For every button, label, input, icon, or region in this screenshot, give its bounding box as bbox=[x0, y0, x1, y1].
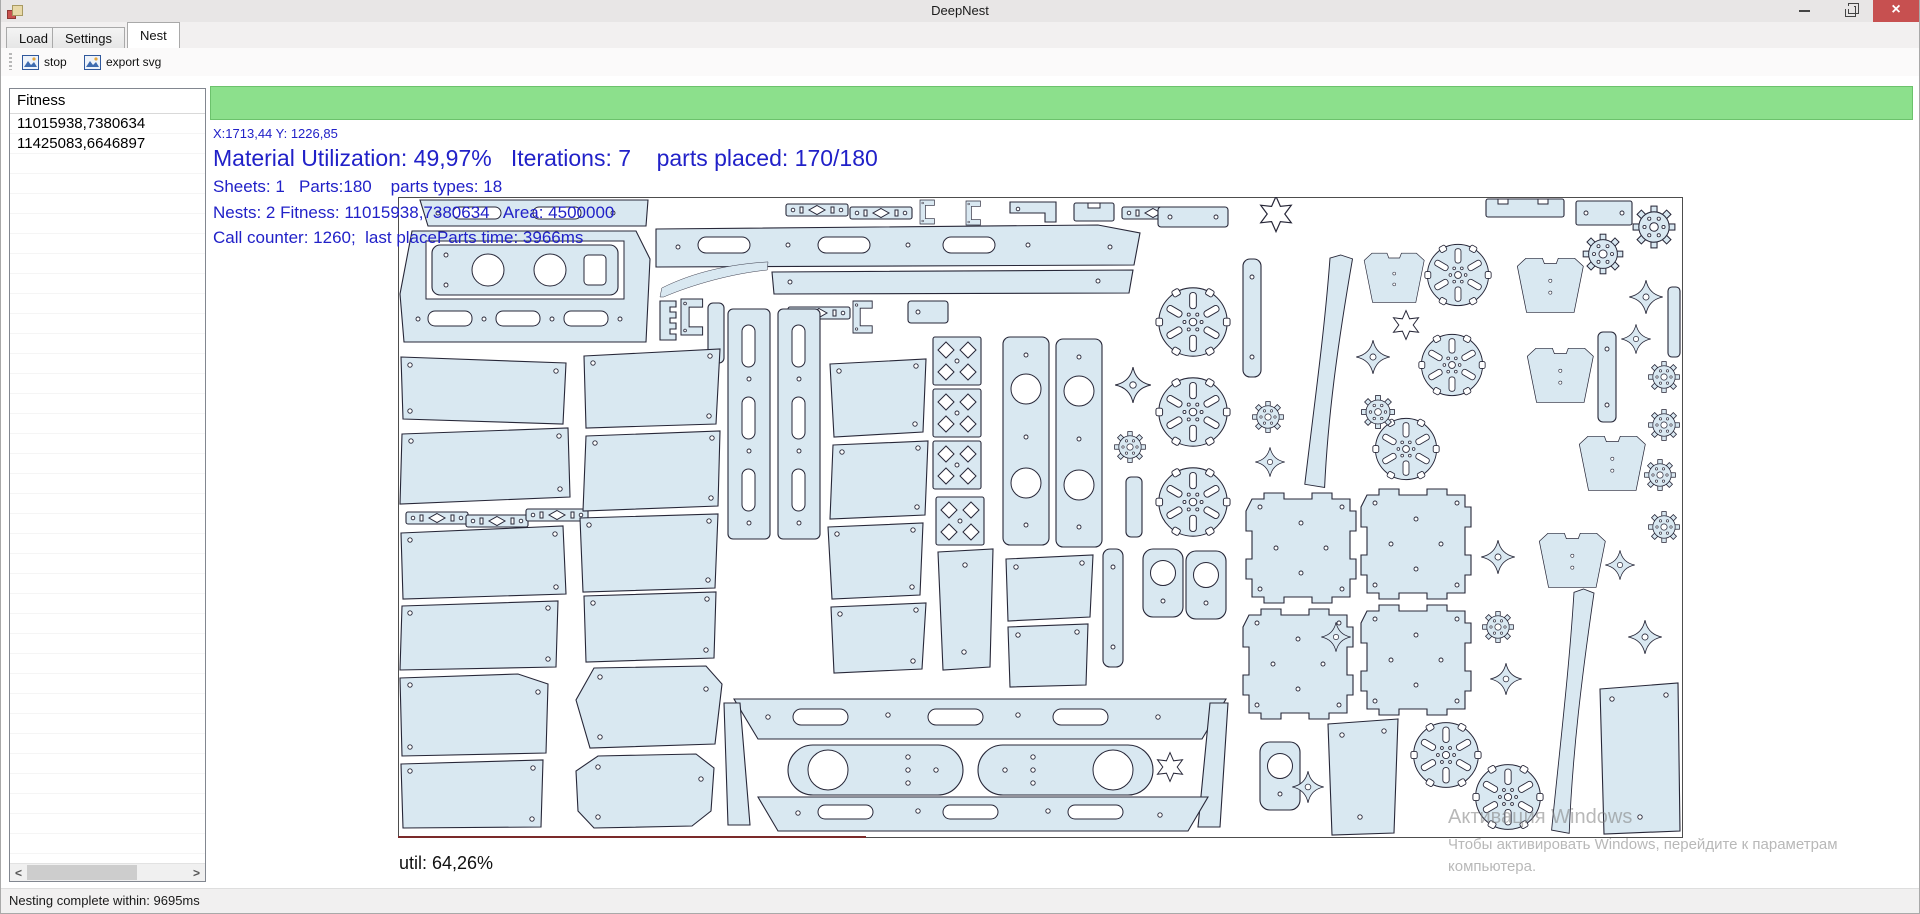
minimize-icon bbox=[1799, 10, 1810, 12]
watermark-line1: Активация Windows bbox=[1448, 806, 1632, 829]
sheets-line: Sheets: 1 Parts:180 parts types: 18 bbox=[213, 177, 502, 197]
scroll-right-icon[interactable]: > bbox=[188, 864, 205, 881]
nest-canvas[interactable] bbox=[398, 197, 1683, 838]
nests-line: Nests: 2 Fitness: 11015938,7380634 Area:… bbox=[213, 203, 614, 223]
status-text: Nesting complete within: 9695ms bbox=[9, 893, 200, 908]
scrollbar-thumb[interactable] bbox=[27, 865, 137, 880]
tab-settings[interactable]: Settings bbox=[52, 27, 125, 48]
restore-icon bbox=[1845, 6, 1856, 17]
tab-strip: Load Settings Nest bbox=[1, 22, 1919, 49]
stop-label: stop bbox=[44, 55, 67, 69]
export-svg-button[interactable]: export svg bbox=[79, 51, 166, 73]
toolbar-grip-icon bbox=[9, 53, 12, 70]
status-bar: Nesting complete within: 9695ms bbox=[1, 888, 1919, 913]
fitness-panel: Fitness 11015938,7380634 11425083,664689… bbox=[9, 88, 206, 882]
horizontal-scrollbar[interactable]: < > bbox=[10, 863, 205, 881]
restore-button[interactable] bbox=[1827, 0, 1873, 22]
nest-toolbar: stop export svg bbox=[1, 48, 1919, 76]
window-title: DeepNest bbox=[1, 3, 1919, 18]
sheet-edge-line bbox=[398, 836, 866, 838]
close-button[interactable]: × bbox=[1873, 0, 1919, 22]
fitness-list-item[interactable]: 11425083,6646897 bbox=[10, 134, 205, 154]
fitness-header: Fitness bbox=[10, 89, 205, 114]
utilization-headline: Material Utilization: 49,97% Iterations:… bbox=[213, 145, 878, 172]
progress-bar bbox=[210, 86, 1913, 120]
watermark-line2: Чтобы активировать Windows, перейдите к … bbox=[1448, 836, 1838, 853]
scroll-left-icon[interactable]: < bbox=[10, 864, 27, 881]
picture-icon bbox=[22, 55, 39, 70]
util-label: util: 64,26% bbox=[399, 853, 493, 874]
watermark-line3: компьютера. bbox=[1448, 858, 1536, 875]
title-bar[interactable]: DeepNest × bbox=[1, 0, 1919, 23]
fitness-list-item[interactable]: 11015938,7380634 bbox=[10, 114, 205, 134]
export-svg-label: export svg bbox=[106, 55, 161, 69]
fitness-list: 11015938,7380634 11425083,6646897 bbox=[10, 114, 205, 863]
deepnest-window: DeepNest × Load Settings Nest stop bbox=[0, 0, 1920, 914]
close-icon: × bbox=[1891, 2, 1900, 18]
minimize-button[interactable] bbox=[1781, 0, 1827, 22]
stop-button[interactable]: stop bbox=[17, 51, 72, 73]
call-counter-line: Call counter: 1260; last placeParts time… bbox=[213, 228, 583, 248]
cursor-coordinates: X:1713,44 Y: 1226,85 bbox=[213, 126, 338, 141]
picture-icon bbox=[84, 55, 101, 70]
tab-nest[interactable]: Nest bbox=[127, 22, 180, 48]
